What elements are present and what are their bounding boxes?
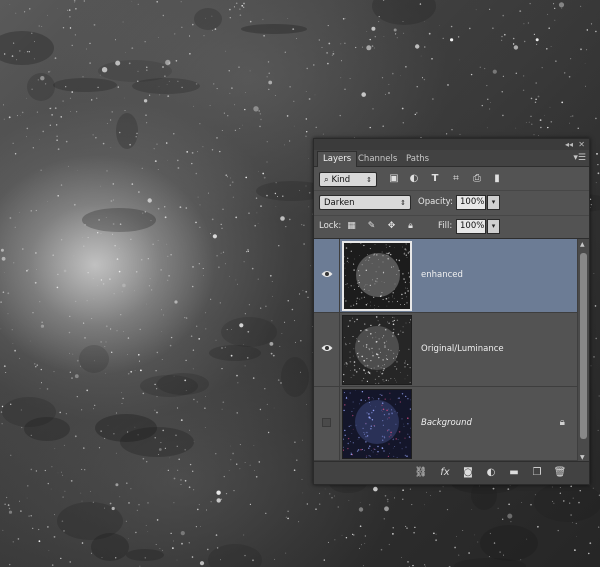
layer-thumbnail [342,315,412,385]
layer-row-original-luminance[interactable]: Original/Luminance [314,313,577,387]
galaxy-thumbnail-image [342,389,412,459]
updown-arrow-icon: ⇕ [400,199,406,207]
galaxy-thumbnail-image [344,242,413,311]
filter-toggle-icon[interactable]: ▮ [491,173,503,185]
scroll-down-icon[interactable]: ▼ [580,454,585,461]
layer-name[interactable]: Original/Luminance [421,343,504,355]
layer-thumbnail [342,389,412,459]
panel-menu-icon[interactable]: ▾☰ [573,152,586,164]
search-icon: ⌕ [324,175,329,185]
fill-dropdown-button[interactable]: ▾ [487,219,500,234]
layer-thumbnail [342,241,413,311]
layer-row-enhanced[interactable]: enhanced [314,239,577,313]
layers-scrollbar[interactable]: ▲ ▼ [577,239,589,463]
layer-name[interactable]: enhanced [421,269,463,281]
blend-mode-label: Darken [324,198,355,208]
type-filter-icon[interactable]: T [429,173,441,185]
visibility-cell[interactable] [314,387,340,460]
scroll-thumb[interactable] [580,253,587,439]
opacity-dropdown-button[interactable]: ▾ [487,195,500,210]
layer-row-background[interactable]: Background 🔒︎ [314,387,577,461]
panel-tabs: Layers Channels Paths ▾☰ [314,150,589,167]
fill-label: Fill: [438,221,453,231]
galaxy-thumbnail-image [343,316,412,385]
updown-arrow-icon: ⇕ [366,176,372,184]
visibility-cell[interactable] [314,313,340,386]
link-icon[interactable]: ⛓ [414,466,428,479]
fill-input[interactable]: 100% [456,219,486,234]
smart-object-filter-icon[interactable]: ⎙ [471,173,483,185]
layer-name[interactable]: Background [421,417,472,429]
lock-position-icon[interactable]: ✥ [386,221,397,232]
pixel-filter-icon[interactable]: ▣ [388,173,400,185]
mask-icon[interactable]: ◙ [461,466,475,479]
opacity-input[interactable]: 100% [456,195,486,210]
lock-icon: 🔒︎ [559,417,565,428]
trash-icon[interactable]: 🗑︎ [553,466,567,479]
opacity-label: Opacity: [418,197,453,207]
lock-label: Lock: [319,221,342,231]
eye-icon[interactable] [321,269,333,279]
lock-transparent-icon[interactable]: ▦ [346,221,357,232]
panel-title-bar[interactable]: ◂◂ ✕ [314,139,589,150]
folder-icon[interactable]: ▬ [507,466,521,479]
layers-panel: ◂◂ ✕ Layers Channels Paths ▾☰ ⌕ Kind ⇕ ▣… [313,138,590,485]
adjustment-filter-icon[interactable]: ◐ [408,173,420,185]
scroll-up-icon[interactable]: ▲ [580,241,585,248]
lock-image-brush-icon[interactable]: ✎ [366,221,377,232]
filter-kind-label: Kind [331,175,351,185]
panel-footer: ⛓ fx ◙ ◐ ▬ ❐ 🗑︎ [314,461,589,484]
blend-mode-select[interactable]: Darken ⇕ [319,195,411,210]
close-icon[interactable]: ✕ [578,139,585,150]
tab-channels[interactable]: Channels [353,152,402,166]
new-layer-icon[interactable]: ❐ [530,466,544,479]
fx-icon[interactable]: fx [438,466,452,479]
collapse-icon[interactable]: ◂◂ [565,139,573,150]
hidden-visibility-box[interactable] [322,418,331,427]
filter-kind-select[interactable]: ⌕ Kind ⇕ [319,172,377,187]
visibility-cell[interactable] [314,239,340,312]
adjustment-icon[interactable]: ◐ [484,466,498,479]
filter-row: ⌕ Kind ⇕ ▣ ◐ T ⌗ ⎙ ▮ [314,168,589,191]
blend-row: Darken ⇕ Opacity: 100% ▾ [314,191,589,216]
shape-filter-icon[interactable]: ⌗ [450,173,462,185]
layer-list: enhanced Original/Luminance Background 🔒… [314,239,577,463]
lock-row: Lock: ▦ ✎ ✥ 🔒︎ Fill: 100% ▾ [314,216,589,239]
tab-paths[interactable]: Paths [401,152,434,166]
eye-icon[interactable] [321,343,333,353]
lock-all-icon[interactable]: 🔒︎ [405,221,416,232]
tab-layers[interactable]: Layers [317,151,358,167]
